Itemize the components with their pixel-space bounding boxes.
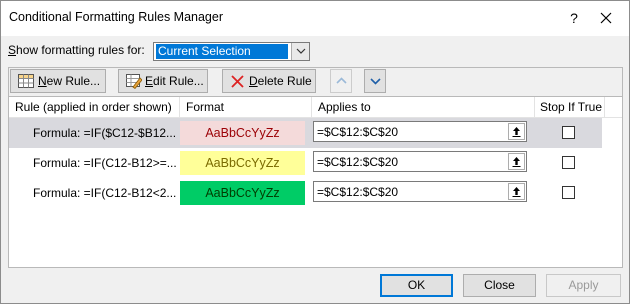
applies-to-field[interactable]: =$C$12:$C$20 xyxy=(313,181,527,202)
new-rule-button[interactable]: New Rule... xyxy=(10,69,106,93)
stop-if-true-checkbox[interactable] xyxy=(562,156,575,169)
collapse-dialog-icon xyxy=(512,187,521,197)
show-rules-selected: Current Selection xyxy=(156,44,288,59)
rule-description: Formula: =IF($C12-$B12... xyxy=(33,126,177,140)
header-rule: Rule (applied in order shown) xyxy=(15,100,172,114)
column-divider xyxy=(604,97,605,117)
apply-button[interactable]: Apply xyxy=(546,274,621,297)
delete-rule-label: Delete Rule xyxy=(249,74,312,88)
move-down-icon xyxy=(370,78,381,85)
dropdown-arrow-icon xyxy=(296,48,306,54)
table-header: Rule (applied in order shown) Format App… xyxy=(9,97,622,118)
stop-if-true-checkbox[interactable] xyxy=(562,126,575,139)
format-preview: AaBbCcYyZz xyxy=(180,181,305,205)
edit-rule-label: Edit Rule... xyxy=(145,74,204,88)
dialog-title: Conditional Formatting Rules Manager xyxy=(9,10,223,24)
ok-button[interactable]: OK xyxy=(380,274,453,297)
format-preview: AaBbCcYyZz xyxy=(180,121,305,145)
close-icon xyxy=(600,12,612,24)
delete-rule-button[interactable]: Delete Rule xyxy=(222,69,316,93)
applies-to-value: =$C$12:$C$20 xyxy=(317,185,399,199)
applies-to-value: =$C$12:$C$20 xyxy=(317,125,399,139)
collapse-dialog-button[interactable] xyxy=(508,183,525,200)
collapse-dialog-button[interactable] xyxy=(508,153,525,170)
close-window-button[interactable] xyxy=(592,6,620,30)
new-rule-icon xyxy=(18,74,34,88)
new-rule-label: New Rule... xyxy=(38,74,101,88)
collapse-dialog-button[interactable] xyxy=(508,123,525,140)
table-row[interactable]: Formula: =IF(C12-B12<2... AaBbCcYyZz =$C… xyxy=(9,178,602,208)
applies-to-value: =$C$12:$C$20 xyxy=(317,155,399,169)
rule-description: Formula: =IF(C12-B12>=... xyxy=(33,156,177,170)
header-applies-to: Applies to xyxy=(318,100,371,114)
show-rules-label: Show formatting rules for: xyxy=(8,43,145,57)
move-up-button[interactable] xyxy=(330,69,352,93)
stop-if-true-checkbox[interactable] xyxy=(562,186,575,199)
edit-rule-icon xyxy=(126,74,142,89)
move-up-icon xyxy=(336,77,347,84)
help-button[interactable]: ? xyxy=(560,6,588,30)
show-rules-dropdown[interactable]: Current Selection xyxy=(153,42,310,61)
dropdown-arrow-button[interactable] xyxy=(291,43,309,60)
applies-to-field[interactable]: =$C$12:$C$20 xyxy=(313,121,527,142)
delete-x-icon xyxy=(231,75,244,88)
applies-to-field[interactable]: =$C$12:$C$20 xyxy=(313,151,527,172)
table-row[interactable]: Formula: =IF(C12-B12>=... AaBbCcYyZz =$C… xyxy=(9,148,602,178)
collapse-dialog-icon xyxy=(512,127,521,137)
collapse-dialog-icon xyxy=(512,157,521,167)
table-row[interactable]: Formula: =IF($C12-$B12... AaBbCcYyZz =$C… xyxy=(9,118,602,148)
rule-description: Formula: =IF(C12-B12<2... xyxy=(33,186,177,200)
move-down-button[interactable] xyxy=(364,69,386,93)
close-button[interactable]: Close xyxy=(463,274,536,297)
edit-rule-button[interactable]: Edit Rule... xyxy=(118,69,208,93)
header-stop-if-true: Stop If True xyxy=(540,100,603,114)
format-preview: AaBbCcYyZz xyxy=(180,151,305,175)
header-format: Format xyxy=(186,100,225,114)
rules-table: Rule (applied in order shown) Format App… xyxy=(8,96,623,268)
